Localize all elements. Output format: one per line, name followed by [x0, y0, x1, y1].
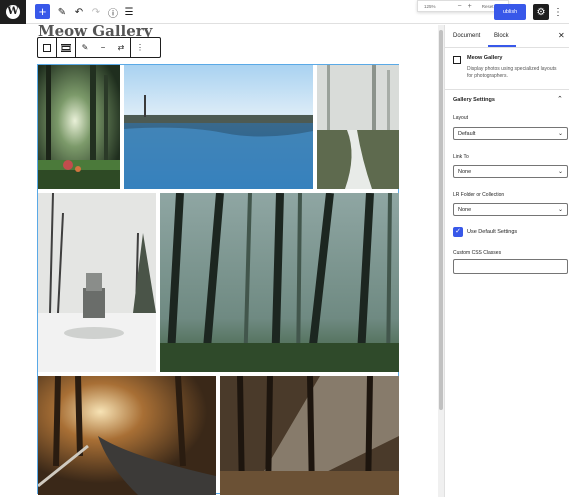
lr-folder-label: LR Folder or Collection	[453, 192, 505, 198]
use-default-settings-checkbox[interactable]: ✓	[453, 227, 463, 237]
photo-image	[160, 193, 399, 372]
add-block-button[interactable]: +	[35, 4, 50, 19]
edit-gallery-icon[interactable]: ✎	[76, 38, 94, 57]
gallery-block-icon	[43, 43, 51, 52]
block-type-button[interactable]	[38, 38, 56, 57]
publish-button[interactable]: ublish	[494, 4, 526, 20]
photo-image	[38, 65, 120, 189]
align-wide-icon	[61, 43, 71, 52]
settings-gear-icon[interactable]: ⚙	[533, 4, 549, 20]
lr-folder-select-value: None	[458, 206, 472, 213]
zoom-level: 125%	[424, 3, 436, 9]
wordpress-logo[interactable]: W	[0, 0, 26, 24]
wordpress-icon: W	[6, 5, 20, 19]
layout-select-value: Default	[458, 130, 476, 137]
sidebar-tabs: Document Block ✕	[445, 25, 569, 48]
redo-icon[interactable]: ↷	[90, 4, 102, 20]
sunbeam-woods-photo[interactable]	[220, 376, 399, 495]
photo-image	[38, 376, 216, 495]
tab-block[interactable]: Block	[494, 33, 509, 39]
close-sidebar-icon[interactable]: ✕	[558, 31, 565, 40]
zoom-in-button[interactable]: +	[468, 3, 472, 10]
gallery-block-icon	[453, 56, 461, 64]
block-description: Display photos using specialized layouts…	[467, 66, 557, 79]
photo-image	[317, 65, 399, 189]
remove-icon[interactable]: −	[94, 38, 112, 57]
photo-image	[124, 65, 313, 189]
lr-folder-select[interactable]: None ⌄	[453, 203, 568, 216]
link-to-select[interactable]: None ⌄	[453, 165, 568, 178]
chevron-down-icon: ⌄	[557, 169, 563, 175]
zoom-out-button[interactable]: −	[458, 3, 462, 10]
more-options-icon[interactable]: ⋮	[553, 4, 563, 20]
editor-scrollbar-thumb[interactable]	[439, 30, 443, 410]
link-to-select-value: None	[458, 168, 472, 175]
chevron-up-icon[interactable]: ⌃	[557, 95, 563, 103]
edit-tool-icon[interactable]: ✎	[56, 4, 68, 20]
settings-sidebar: Document Block ✕ Meow Gallery Display ph…	[444, 25, 569, 497]
photo-image	[38, 193, 156, 372]
editor-canvas: Meow Gallery ✎ − ⇄ ⋮	[0, 25, 444, 497]
gallery-settings-panel-title[interactable]: Gallery Settings	[453, 97, 495, 103]
use-default-settings-label[interactable]: Use Default Settings	[467, 229, 517, 235]
undo-icon[interactable]: ↶	[73, 4, 85, 20]
zoom-reset-button[interactable]: Reset	[482, 4, 494, 9]
block-name: Meow Gallery	[467, 55, 503, 61]
top-toolbar: W + ✎ ↶ ↷ ⓘ ☰ 125% − + Reset ublish ⚙ ⋮	[0, 0, 569, 24]
swap-icon[interactable]: ⇄	[112, 38, 130, 57]
meow-gallery-block[interactable]	[37, 64, 399, 495]
winter-lake-photo[interactable]	[124, 65, 313, 189]
block-toolbar: ✎ − ⇄ ⋮	[37, 37, 161, 58]
tab-document[interactable]: Document	[453, 33, 480, 39]
block-more-icon[interactable]: ⋮	[131, 38, 149, 57]
chevron-down-icon: ⌄	[557, 131, 563, 137]
link-to-label: Link To	[453, 154, 469, 160]
list-view-icon[interactable]: ☰	[123, 4, 135, 20]
layout-select[interactable]: Default ⌄	[453, 127, 568, 140]
layout-label: Layout	[453, 115, 469, 121]
misty-forest-photo[interactable]	[160, 193, 399, 372]
photo-image	[220, 376, 399, 495]
autumn-road-photo[interactable]	[38, 376, 216, 495]
custom-css-input[interactable]	[453, 259, 568, 274]
sunlit-forest-photo[interactable]	[38, 65, 120, 189]
divider	[445, 89, 569, 90]
align-button[interactable]	[57, 38, 75, 57]
active-tab-indicator	[488, 45, 516, 47]
custom-css-label: Custom CSS Classes	[453, 250, 502, 256]
snowy-forest-path-photo[interactable]	[317, 65, 399, 189]
chevron-down-icon: ⌄	[557, 207, 563, 213]
snowy-park-photo[interactable]	[38, 193, 156, 372]
info-icon[interactable]: ⓘ	[107, 4, 119, 20]
